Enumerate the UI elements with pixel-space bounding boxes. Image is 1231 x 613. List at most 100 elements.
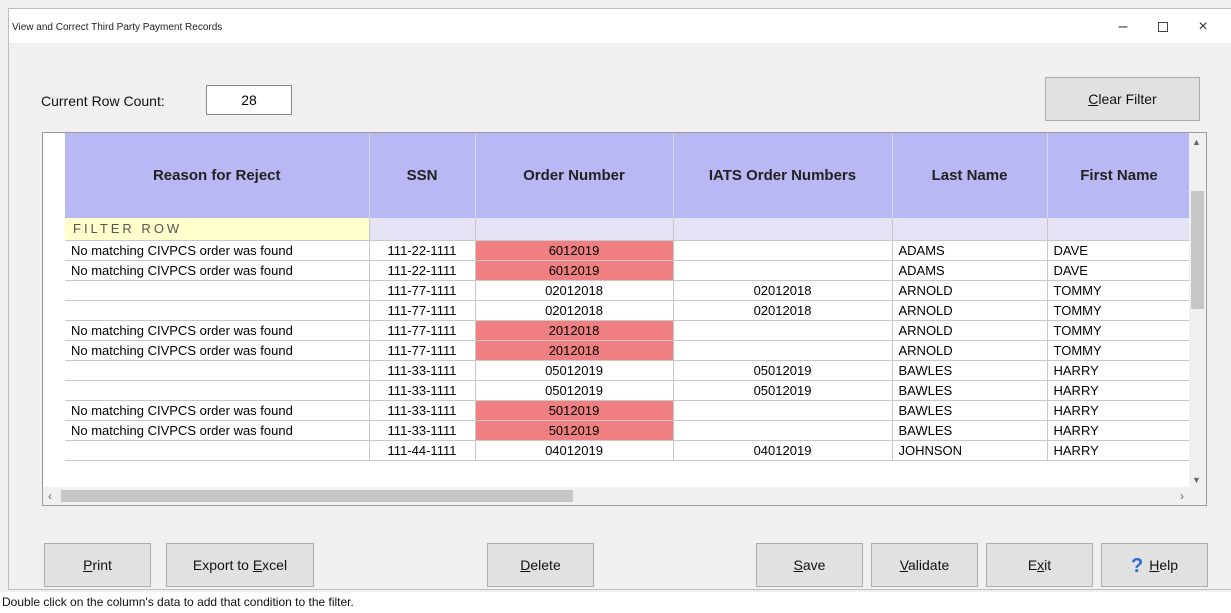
col-header-order-number[interactable]: Order Number [475,133,674,218]
cell-first-name[interactable]: HARRY [1047,360,1192,381]
maximize-button[interactable] [1145,17,1181,39]
cell-ssn[interactable]: 111-77-1111 [369,300,476,321]
cell-first-name[interactable]: HARRY [1047,380,1192,401]
cell-reason[interactable] [65,300,370,321]
cell-reason[interactable] [65,360,370,381]
cell-iats-order-number[interactable] [673,260,893,281]
cell-ssn[interactable]: 111-33-1111 [369,360,476,381]
cell-reason[interactable]: No matching CIVPCS order was found [65,320,370,341]
cell-iats-order-number[interactable] [673,340,893,361]
horizontal-scroll-thumb[interactable] [61,490,573,502]
table-row[interactable]: 111-33-1111 05012019 05012019 BAWLES HARRY [65,380,1192,401]
cell-reason[interactable] [65,440,370,461]
cell-reason[interactable] [65,380,370,401]
cell-last-name[interactable]: ARNOLD [892,320,1048,341]
cell-ssn[interactable]: 111-33-1111 [369,400,476,421]
cell-iats-order-number[interactable]: 05012019 [673,360,893,381]
filter-cell-ssn[interactable] [369,218,476,241]
filter-cell-iats[interactable] [673,218,893,241]
table-row[interactable]: No matching CIVPCS order was found 111-77… [65,340,1192,361]
cell-order-number[interactable]: 05012019 [475,380,674,401]
exit-button[interactable]: Exit [986,543,1093,587]
table-row[interactable]: No matching CIVPCS order was found 111-77… [65,320,1192,341]
table-row[interactable]: 111-77-1111 02012018 02012018 ARNOLD TOMMY [65,300,1192,321]
save-button[interactable]: Save [756,543,863,587]
table-row[interactable]: No matching CIVPCS order was found 111-22… [65,240,1192,261]
scroll-left-icon[interactable]: ‹ [48,489,52,503]
cell-ssn[interactable]: 111-33-1111 [369,420,476,441]
cell-iats-order-number[interactable] [673,420,893,441]
cell-order-number[interactable]: 2012018 [475,320,674,341]
table-row[interactable]: No matching CIVPCS order was found 111-33… [65,420,1192,441]
cell-last-name[interactable]: JOHNSON [892,440,1048,461]
cell-ssn[interactable]: 111-44-1111 [369,440,476,461]
cell-last-name[interactable]: BAWLES [892,420,1048,441]
cell-ssn[interactable]: 111-77-1111 [369,280,476,301]
col-header-first-name[interactable]: First Name [1047,133,1192,218]
cell-last-name[interactable]: ARNOLD [892,280,1048,301]
cell-reason[interactable] [65,280,370,301]
cell-last-name[interactable]: ADAMS [892,260,1048,281]
col-header-last-name[interactable]: Last Name [892,133,1048,218]
cell-last-name[interactable]: BAWLES [892,400,1048,421]
cell-last-name[interactable]: ARNOLD [892,300,1048,321]
cell-last-name[interactable]: BAWLES [892,380,1048,401]
filter-cell-order-number[interactable] [475,218,674,241]
cell-order-number[interactable]: 5012019 [475,400,674,421]
table-row[interactable]: 111-44-1111 04012019 04012019 JOHNSON HARRY [65,440,1192,461]
minimize-button[interactable]: – [1105,17,1141,39]
cell-order-number[interactable]: 5012019 [475,420,674,441]
cell-first-name[interactable]: HARRY [1047,440,1192,461]
cell-order-number[interactable]: 04012019 [475,440,674,461]
cell-reason[interactable]: No matching CIVPCS order was found [65,260,370,281]
cell-first-name[interactable]: TOMMY [1047,320,1192,341]
cell-order-number[interactable]: 02012018 [475,280,674,301]
close-button[interactable]: × [1185,17,1221,39]
cell-first-name[interactable]: TOMMY [1047,280,1192,301]
col-header-iats-order-numbers[interactable]: IATS Order Numbers [673,133,893,218]
cell-order-number[interactable]: 2012018 [475,340,674,361]
vertical-scrollbar[interactable]: ▲ ▼ [1189,133,1206,488]
cell-iats-order-number[interactable]: 02012018 [673,280,893,301]
cell-reason[interactable]: No matching CIVPCS order was found [65,240,370,261]
cell-reason[interactable]: No matching CIVPCS order was found [65,420,370,441]
scroll-up-icon[interactable]: ▲ [1192,137,1201,147]
cell-first-name[interactable]: TOMMY [1047,300,1192,321]
cell-ssn[interactable]: 111-77-1111 [369,320,476,341]
print-button[interactable]: Print [44,543,151,587]
cell-first-name[interactable]: HARRY [1047,400,1192,421]
col-header-ssn[interactable]: SSN [369,133,476,218]
filter-cell-first-name[interactable] [1047,218,1192,241]
cell-iats-order-number[interactable] [673,240,893,261]
table-row[interactable]: 111-77-1111 02012018 02012018 ARNOLD TOMMY [65,280,1192,301]
cell-iats-order-number[interactable] [673,400,893,421]
cell-iats-order-number[interactable]: 05012019 [673,380,893,401]
validate-button[interactable]: Validate [871,543,978,587]
cell-order-number[interactable]: 02012018 [475,300,674,321]
cell-reason[interactable]: No matching CIVPCS order was found [65,400,370,421]
cell-first-name[interactable]: HARRY [1047,420,1192,441]
cell-iats-order-number[interactable]: 04012019 [673,440,893,461]
filter-cell-reason[interactable]: FILTER ROW [65,218,370,241]
col-header-reason[interactable]: Reason for Reject [65,133,370,218]
scroll-down-icon[interactable]: ▼ [1192,475,1201,485]
cell-iats-order-number[interactable] [673,320,893,341]
horizontal-scrollbar[interactable]: ‹ › [43,487,1206,505]
delete-button[interactable]: Delete [487,543,594,587]
vertical-scroll-thumb[interactable] [1191,191,1204,309]
records-grid[interactable]: Reason for Reject SSN Order Number IATS … [42,132,1207,506]
cell-order-number[interactable]: 6012019 [475,240,674,261]
cell-first-name[interactable]: TOMMY [1047,340,1192,361]
table-row[interactable]: 111-33-1111 05012019 05012019 BAWLES HARRY [65,360,1192,381]
cell-ssn[interactable]: 111-22-1111 [369,240,476,261]
cell-order-number[interactable]: 6012019 [475,260,674,281]
cell-last-name[interactable]: ARNOLD [892,340,1048,361]
clear-filter-button[interactable]: Clear Filter [1045,77,1200,121]
filter-cell-last-name[interactable] [892,218,1048,241]
scroll-right-icon[interactable]: › [1180,489,1184,503]
cell-ssn[interactable]: 111-22-1111 [369,260,476,281]
cell-last-name[interactable]: ADAMS [892,240,1048,261]
table-row[interactable]: No matching CIVPCS order was found 111-33… [65,400,1192,421]
cell-ssn[interactable]: 111-77-1111 [369,340,476,361]
cell-ssn[interactable]: 111-33-1111 [369,380,476,401]
